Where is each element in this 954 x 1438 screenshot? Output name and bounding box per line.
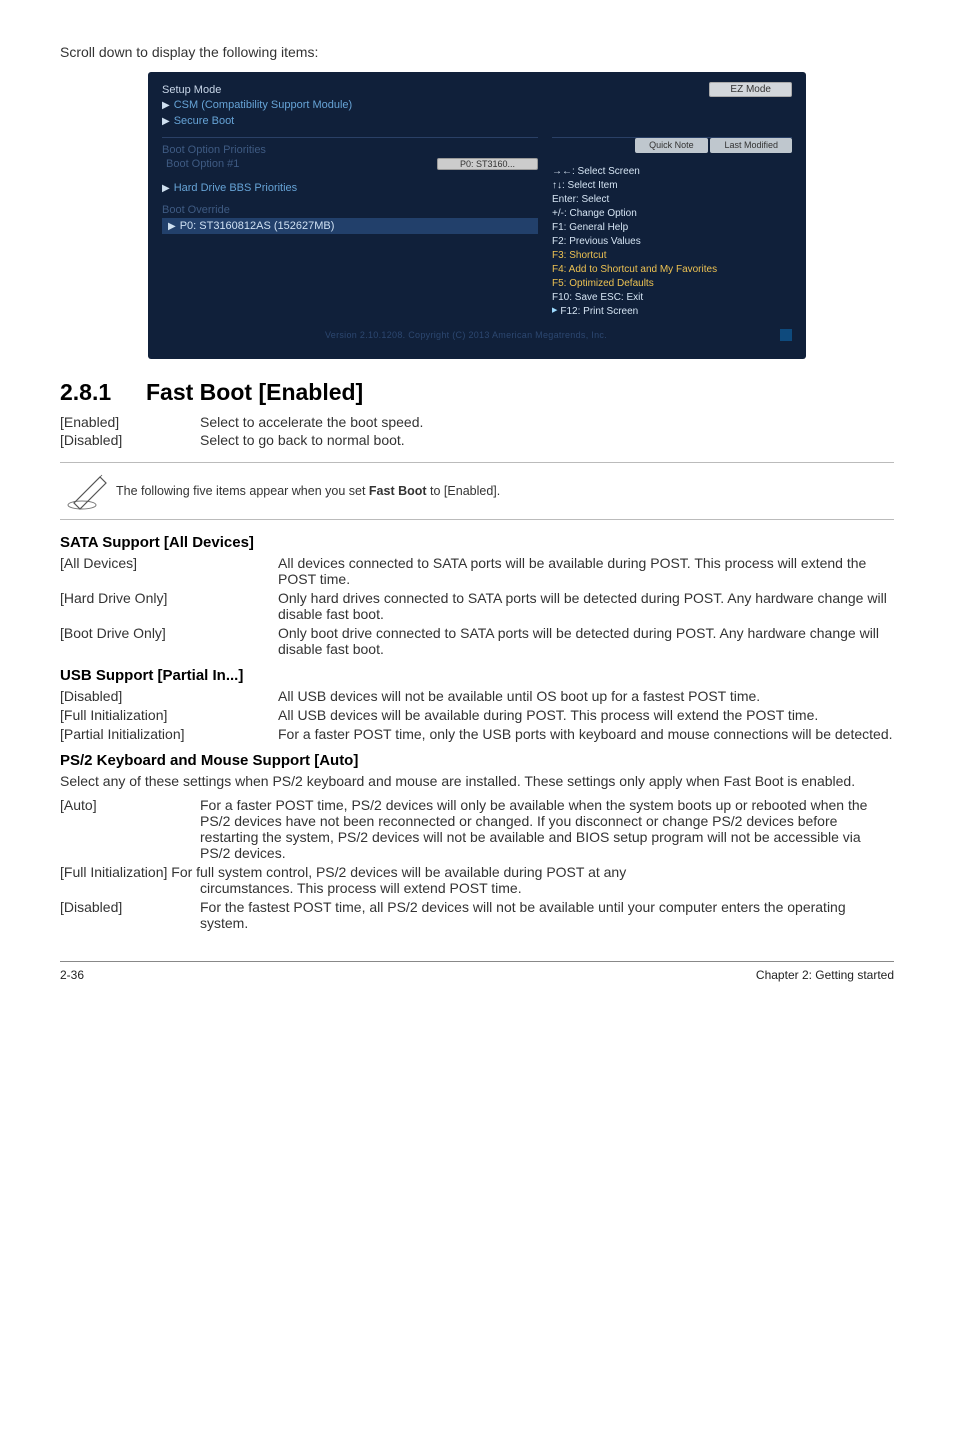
bios-help-l7: F3: Shortcut: [552, 249, 792, 263]
usb-part-val: For a faster POST time, only the USB por…: [278, 726, 894, 742]
fastboot-enabled-val: Select to accelerate the boot speed.: [200, 414, 423, 430]
usb-dis-key: [Disabled]: [60, 688, 278, 704]
chevron-icon: ▶: [168, 221, 176, 232]
chevron-icon: ▶: [162, 100, 170, 111]
bios-csm-row: CSM (Compatibility Support Module): [174, 99, 792, 111]
section-number: 2.8.1: [60, 379, 146, 406]
bios-help-l8: F4: Add to Shortcut and My Favorites: [552, 263, 792, 277]
bios-lastmod-tab: Last Modified: [710, 138, 792, 153]
usb-heading: USB Support [Partial In...]: [60, 667, 894, 684]
bios-boot-cfg-label: Boot Option Priorities: [162, 144, 538, 156]
pencil-icon: [60, 471, 116, 511]
bios-help-l9: F5: Optimized Defaults: [552, 277, 792, 291]
bios-help-l4: +/-: Change Option: [552, 207, 792, 221]
bios-boot-option1: Boot Option #1: [162, 158, 437, 170]
sata-all-val: All devices connected to SATA ports will…: [278, 555, 894, 587]
chevron-icon: ▶: [162, 183, 170, 194]
ps2-dis-key: [Disabled]: [60, 899, 200, 931]
fastboot-disabled-val: Select to go back to normal boot.: [200, 432, 405, 448]
bios-help-l3: Enter: Select: [552, 193, 792, 207]
ps2-auto-key: [Auto]: [60, 797, 200, 861]
fastboot-disabled-key: [Disabled]: [60, 432, 200, 448]
section-title: Fast Boot [Enabled]: [146, 379, 363, 405]
chevron-icon: ▶: [162, 116, 170, 127]
bios-ez-mode-button: EZ Mode: [709, 82, 792, 97]
bios-help-l5: F1: General Help: [552, 221, 792, 235]
ps2-dis-val: For the fastest POST time, all PS/2 devi…: [200, 899, 894, 931]
sata-boot-val: Only boot drive connected to SATA ports …: [278, 625, 894, 657]
ps2-auto-val: For a faster POST time, PS/2 devices wil…: [200, 797, 894, 861]
scroll-intro: Scroll down to display the following ite…: [60, 44, 894, 60]
bios-override-label: Boot Override: [162, 204, 538, 216]
bullet-icon: ▶: [552, 307, 557, 314]
page-number: 2-36: [60, 968, 120, 982]
ps2-heading: PS/2 Keyboard and Mouse Support [Auto]: [60, 752, 894, 769]
sata-heading: SATA Support [All Devices]: [60, 534, 894, 551]
bios-quicknote-tab: Quick Note: [635, 138, 708, 153]
usb-dis-val: All USB devices will not be available un…: [278, 688, 894, 704]
bios-secure-boot-row: Secure Boot: [174, 115, 792, 127]
bios-copyright: Version 2.10.1208. Copyright (C) 2013 Am…: [162, 330, 770, 340]
usb-full-key: [Full Initialization]: [60, 707, 278, 723]
ps2-full-line1: [Full Initialization] For full system co…: [60, 864, 894, 880]
bios-title: Setup Mode: [162, 84, 699, 96]
usb-full-val: All USB devices will be available during…: [278, 707, 894, 723]
bios-boot-option1-value: P0: ST3160...: [437, 158, 538, 170]
bios-hdd-priorities: Hard Drive BBS Priorities: [174, 182, 538, 194]
bios-corner-icon: [780, 329, 792, 341]
chapter-label: Chapter 2: Getting started: [120, 968, 894, 982]
sata-hard-val: Only hard drives connected to SATA ports…: [278, 590, 894, 622]
ps2-full-line2: circumstances. This process will extend …: [60, 880, 894, 896]
bios-screenshot: Setup Mode EZ Mode ▶ CSM (Compatibility S…: [148, 72, 806, 359]
note-text: The following five items appear when you…: [116, 484, 500, 498]
sata-all-key: [All Devices]: [60, 555, 278, 587]
ps2-intro: Select any of these settings when PS/2 k…: [60, 773, 894, 789]
section-heading: 2.8.1Fast Boot [Enabled]: [60, 379, 894, 406]
fastboot-enabled-key: [Enabled]: [60, 414, 200, 430]
bios-help-l1: →←: Select Screen: [552, 165, 792, 179]
bios-help-l6: F2: Previous Values: [552, 235, 792, 249]
bios-help-l10: F10: Save ESC: Exit: [552, 291, 792, 305]
sata-boot-key: [Boot Drive Only]: [60, 625, 278, 657]
sata-hard-key: [Hard Drive Only]: [60, 590, 278, 622]
bios-override-item: P0: ST3160812AS (152627MB): [180, 220, 335, 232]
bios-help-l11: F12: Print Screen: [560, 306, 638, 317]
bios-help-l2: ↑↓: Select Item: [552, 179, 792, 193]
usb-part-key: [Partial Initialization]: [60, 726, 278, 742]
